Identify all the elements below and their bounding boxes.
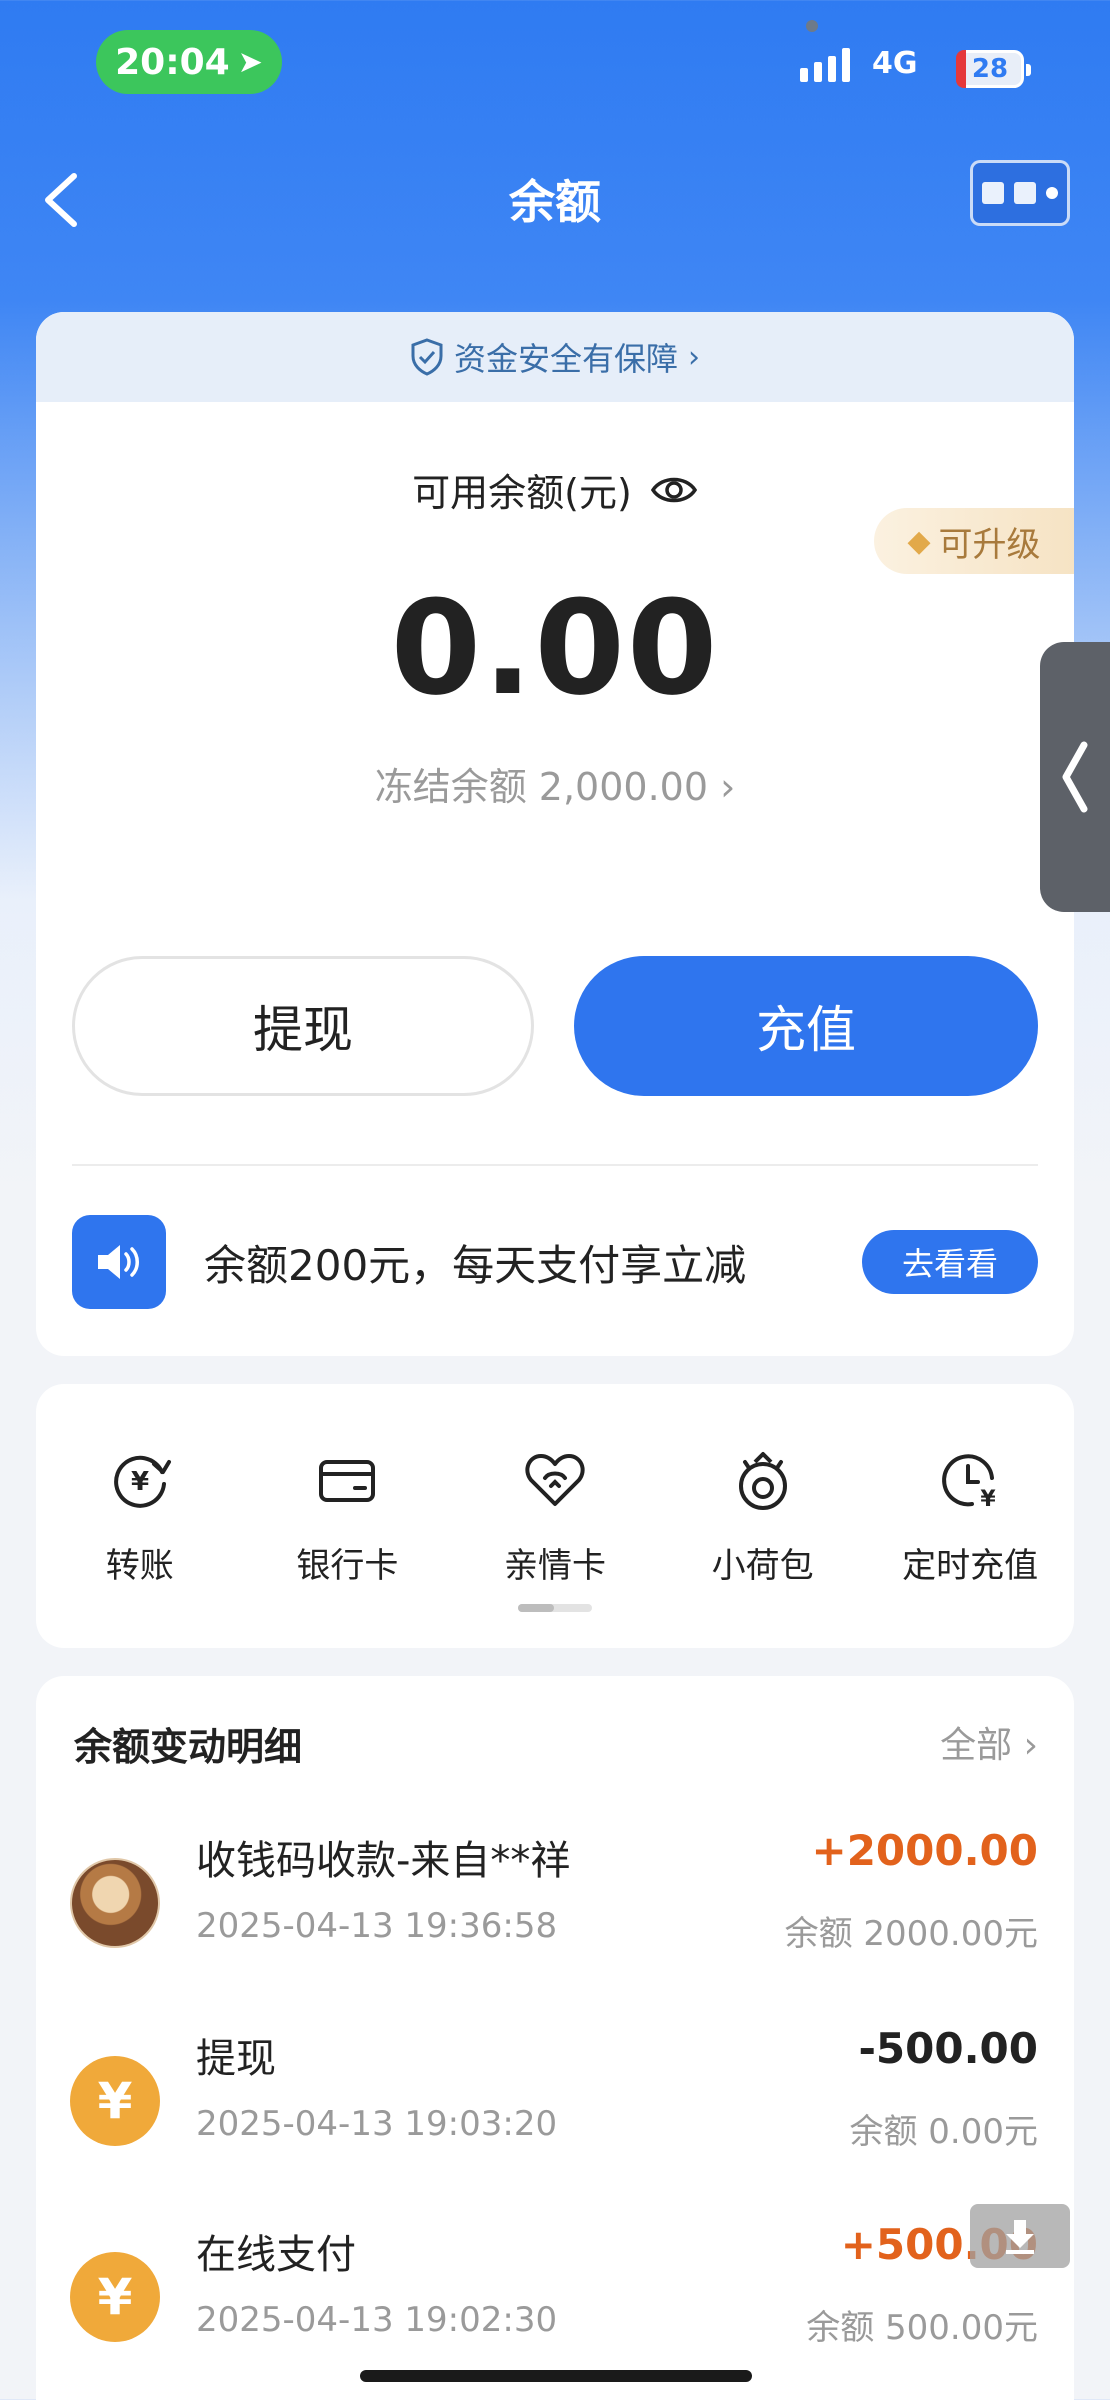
action-label: 小荷包 xyxy=(711,1546,814,1586)
shield-icon xyxy=(411,338,443,376)
divider xyxy=(72,1164,1038,1166)
transaction-title: 在线支付 xyxy=(196,2232,356,2278)
signal-strength-icon xyxy=(800,48,850,82)
transaction-balance: 余额 0.00元 xyxy=(849,2112,1038,2152)
upgrade-badge[interactable]: ◆ 可升级 xyxy=(874,508,1074,574)
status-bar: 20:04 ➤ 4G 28 xyxy=(0,0,1110,140)
view-all-label: 全部 xyxy=(940,1725,1013,1766)
scheduled-recharge-icon: ¥ xyxy=(934,1444,1006,1516)
balance-card: 资金安全有保障 › 可用余额(元) ◆ 可升级 0.00 冻结余额 2,000.… xyxy=(36,312,1074,1356)
frozen-balance-link[interactable]: 冻结余额 2,000.00 › xyxy=(36,756,1074,811)
yen-icon: ¥ xyxy=(70,2252,160,2342)
transaction-time: 2025-04-13 19:36:58 xyxy=(196,1906,558,1946)
action-bank-card[interactable]: 银行卡 xyxy=(244,1444,452,1587)
chevron-right-icon: › xyxy=(720,765,736,809)
fund-safety-link[interactable]: 资金安全有保障 › xyxy=(36,312,1074,402)
mini-program-menu-button[interactable] xyxy=(970,160,1070,226)
battery-icon: 28 xyxy=(956,50,1031,88)
family-card-icon xyxy=(519,1444,591,1516)
svg-text:¥: ¥ xyxy=(981,1487,997,1512)
home-indicator[interactable] xyxy=(360,2370,752,2382)
upgrade-label: 可升级 xyxy=(938,524,1041,565)
chevron-right-icon: › xyxy=(1023,1725,1038,1766)
view-all-link[interactable]: 全部 › xyxy=(940,1716,1038,1768)
bank-card-icon xyxy=(311,1444,383,1516)
quick-actions-card: ¥ 转账 银行卡 亲情卡 小荷包 ¥ 定时充值 xyxy=(36,1384,1074,1648)
fund-safety-text: 资金安全有保障 xyxy=(453,340,678,378)
frozen-balance-label: 冻结余额 xyxy=(374,765,527,809)
transaction-balance: 余额 500.00元 xyxy=(806,2308,1038,2348)
transaction-title: 收钱码收款-来自**祥 xyxy=(196,1838,571,1884)
transaction-time: 2025-04-13 19:02:30 xyxy=(196,2300,558,2340)
quick-actions-row: ¥ 转账 银行卡 亲情卡 小荷包 ¥ 定时充值 xyxy=(36,1444,1074,1587)
transfer-icon: ¥ xyxy=(104,1444,176,1516)
action-purse[interactable]: 小荷包 xyxy=(659,1444,867,1587)
grid-icon xyxy=(982,182,1004,204)
transaction-balance: 余额 2000.00元 xyxy=(784,1914,1038,1954)
location-arrow-icon: ➤ xyxy=(237,44,263,80)
page-title: 余额 xyxy=(509,175,601,229)
balance-amount: 0.00 xyxy=(390,572,720,724)
scroll-indicator xyxy=(518,1604,592,1612)
grid-icon xyxy=(1014,182,1036,204)
avatar xyxy=(70,1858,160,1948)
status-time: 20:04 xyxy=(115,41,230,83)
action-label: 银行卡 xyxy=(296,1546,399,1586)
action-label: 转账 xyxy=(105,1546,174,1586)
promo-text: 余额200元，每天支付享立减 xyxy=(204,1240,747,1290)
speaker-icon xyxy=(72,1215,166,1309)
action-label: 定时充值 xyxy=(902,1546,1039,1586)
transaction-time: 2025-04-13 19:03:20 xyxy=(196,2104,558,2144)
purse-icon xyxy=(727,1444,799,1516)
transaction-amount: -500.00 xyxy=(858,2024,1038,2073)
status-time-pill: 20:04 ➤ xyxy=(96,30,282,94)
withdraw-button[interactable]: 提现 xyxy=(72,956,534,1096)
frozen-balance-amount: 2,000.00 xyxy=(538,765,709,809)
yen-icon: ¥ xyxy=(70,2056,160,2146)
transaction-title: 提现 xyxy=(196,2036,276,2082)
chevron-right-icon: › xyxy=(688,339,700,375)
transaction-row[interactable]: 收钱码收款-来自**祥 2025-04-13 19:36:58 +2000.00… xyxy=(36,1798,1074,1994)
action-label: 亲情卡 xyxy=(503,1546,606,1586)
eye-icon[interactable] xyxy=(650,473,698,507)
action-family-card[interactable]: 亲情卡 xyxy=(451,1444,659,1587)
transaction-amount: +2000.00 xyxy=(811,1826,1039,1875)
camera-indicator-icon xyxy=(806,20,818,32)
available-balance-label: 可用余额(元) xyxy=(412,471,632,515)
transactions-card: 余额变动明细 全部 › 收钱码收款-来自**祥 2025-04-13 19:36… xyxy=(36,1676,1074,2400)
chevron-left-icon xyxy=(1062,741,1088,813)
action-transfer[interactable]: ¥ 转账 xyxy=(36,1444,244,1587)
promo-view-button[interactable]: 去看看 xyxy=(862,1230,1038,1294)
network-type: 4G xyxy=(872,46,918,81)
transaction-row[interactable]: ¥ 在线支付 2025-04-13 19:02:30 +500.00 余额 50… xyxy=(36,2192,1074,2388)
dot-icon xyxy=(1046,187,1058,199)
battery-level: 28 xyxy=(971,54,1009,84)
transactions-header: 余额变动明细 xyxy=(74,1725,303,1769)
download-button[interactable] xyxy=(970,2204,1070,2268)
recharge-button[interactable]: 充值 xyxy=(574,956,1038,1096)
action-scheduled-recharge[interactable]: ¥ 定时充值 xyxy=(866,1444,1074,1587)
transaction-row[interactable]: ¥ 提现 2025-04-13 19:03:20 -500.00 余额 0.00… xyxy=(36,1996,1074,2192)
side-drawer-handle[interactable] xyxy=(1040,642,1110,912)
svg-text:¥: ¥ xyxy=(131,1467,149,1497)
diamond-icon: ◆ xyxy=(907,523,931,559)
promo-banner: 余额200元，每天支付享立减 去看看 xyxy=(72,1212,1038,1312)
download-icon xyxy=(1006,2220,1034,2254)
